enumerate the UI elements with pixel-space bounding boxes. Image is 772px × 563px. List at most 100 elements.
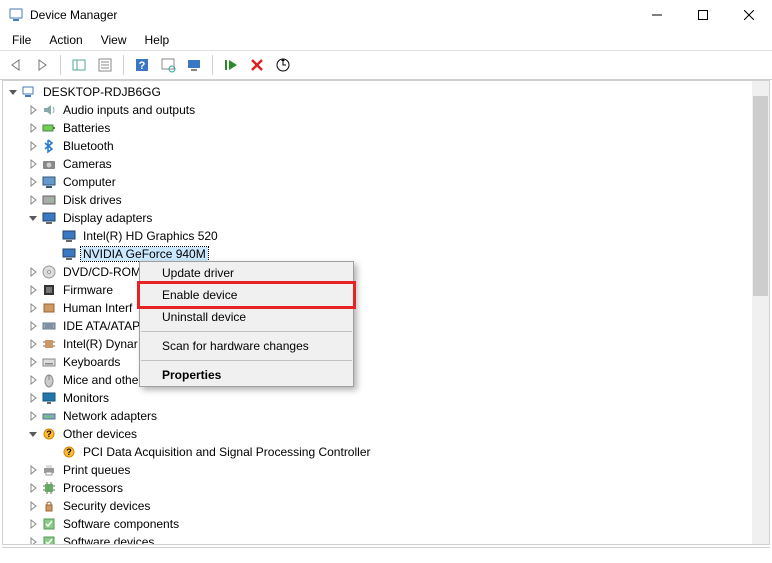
category-node[interactable]: Human Interf [61,301,134,315]
disk-icon [41,192,57,208]
menu-action[interactable]: Action [41,31,90,49]
expand-icon[interactable] [25,516,41,532]
category-node[interactable]: IDE ATA/ATAP [61,319,142,333]
collapse-icon[interactable] [5,84,21,100]
category-node[interactable]: Intel(R) Dynar [61,337,140,351]
category-node[interactable]: Software components [61,517,181,531]
chip-icon [41,336,57,352]
expand-icon[interactable] [25,354,41,370]
device-tree[interactable]: DESKTOP-RDJB6GG Audio inputs and outputs B… [3,81,752,544]
display-icon [61,246,77,262]
svg-text:?: ? [46,429,52,439]
expand-icon[interactable] [25,336,41,352]
category-node[interactable]: Bluetooth [61,139,116,153]
vertical-scrollbar[interactable] [752,81,769,544]
expand-icon[interactable] [25,138,41,154]
scan-hardware-button[interactable] [271,53,295,77]
app-icon [8,7,24,23]
menubar: File Action View Help [0,30,772,50]
forward-button[interactable] [30,53,54,77]
category-node[interactable]: Audio inputs and outputs [61,103,197,117]
content-area: DESKTOP-RDJB6GG Audio inputs and outputs B… [2,80,770,545]
expand-icon[interactable] [25,102,41,118]
category-node[interactable]: DVD/CD-ROM [61,265,143,279]
spacer [45,228,61,244]
category-node[interactable]: Computer [61,175,118,189]
scroll-thumb[interactable] [753,96,768,296]
enable-button[interactable] [219,53,243,77]
category-node[interactable]: Software devices [61,535,156,544]
expand-icon[interactable] [25,318,41,334]
titlebar: Device Manager [0,0,772,30]
category-node[interactable]: Mice and othe [61,373,140,387]
other-icon: ? [41,426,57,442]
expand-icon[interactable] [25,282,41,298]
back-button[interactable] [4,53,28,77]
context-menu-item[interactable]: Uninstall device [140,306,353,328]
software-icon [41,534,57,544]
category-node[interactable]: Batteries [61,121,112,135]
category-node[interactable]: Security devices [61,499,152,513]
uninstall-button[interactable] [245,53,269,77]
category-node[interactable]: Processors [61,481,125,495]
network-icon [41,408,57,424]
context-menu: Update driverEnable deviceUninstall devi… [139,261,354,387]
category-node[interactable]: Firmware [61,283,115,297]
device-node[interactable]: PCI Data Acquisition and Signal Processi… [81,445,372,459]
category-node[interactable]: Print queues [61,463,132,477]
scan-button[interactable] [156,53,180,77]
category-node[interactable]: Cameras [61,157,114,171]
collapse-icon[interactable] [25,210,41,226]
expand-icon[interactable] [25,264,41,280]
category-node[interactable]: Display adapters [61,211,154,225]
expand-icon[interactable] [25,462,41,478]
cpu-icon [41,480,57,496]
camera-icon [41,156,57,172]
update-driver-button[interactable] [182,53,206,77]
menu-help[interactable]: Help [137,31,178,49]
device-node[interactable]: NVIDIA GeForce 940M [81,247,208,261]
expand-icon[interactable] [25,300,41,316]
expand-icon[interactable] [25,480,41,496]
expand-icon[interactable] [25,192,41,208]
category-node[interactable]: Disk drives [61,193,124,207]
maximize-button[interactable] [680,0,726,30]
context-menu-item[interactable]: Update driver [140,262,353,284]
collapse-icon[interactable] [25,426,41,442]
category-node[interactable]: Network adapters [61,409,159,423]
expand-icon[interactable] [25,498,41,514]
firmware-icon [41,282,57,298]
minimize-button[interactable] [634,0,680,30]
root-node[interactable]: DESKTOP-RDJB6GG [41,85,163,99]
menu-view[interactable]: View [93,31,135,49]
window-title: Device Manager [30,8,634,22]
properties-button[interactable] [93,53,117,77]
expand-icon[interactable] [25,390,41,406]
category-node[interactable]: Monitors [61,391,111,405]
context-menu-item[interactable]: Enable device [140,284,353,306]
help-button[interactable]: ? [130,53,154,77]
expand-icon[interactable] [25,156,41,172]
category-node[interactable]: Other devices [61,427,139,441]
expand-icon[interactable] [25,120,41,136]
expand-icon[interactable] [25,534,41,544]
expand-icon[interactable] [25,174,41,190]
context-menu-item[interactable]: Scan for hardware changes [140,335,353,357]
computer-icon [41,174,57,190]
context-menu-item[interactable]: Properties [140,364,353,386]
expand-icon[interactable] [25,372,41,388]
expand-icon[interactable] [25,408,41,424]
menu-file[interactable]: File [4,31,39,49]
audio-icon [41,102,57,118]
printer-icon [41,462,57,478]
hid-icon [41,300,57,316]
device-node[interactable]: Intel(R) HD Graphics 520 [81,229,220,243]
separator [141,331,352,332]
category-node[interactable]: Keyboards [61,355,122,369]
close-button[interactable] [726,0,772,30]
display-icon [41,210,57,226]
ide-icon [41,318,57,334]
computer-icon [21,84,37,100]
software-icon [41,516,57,532]
show-hide-tree-button[interactable] [67,53,91,77]
